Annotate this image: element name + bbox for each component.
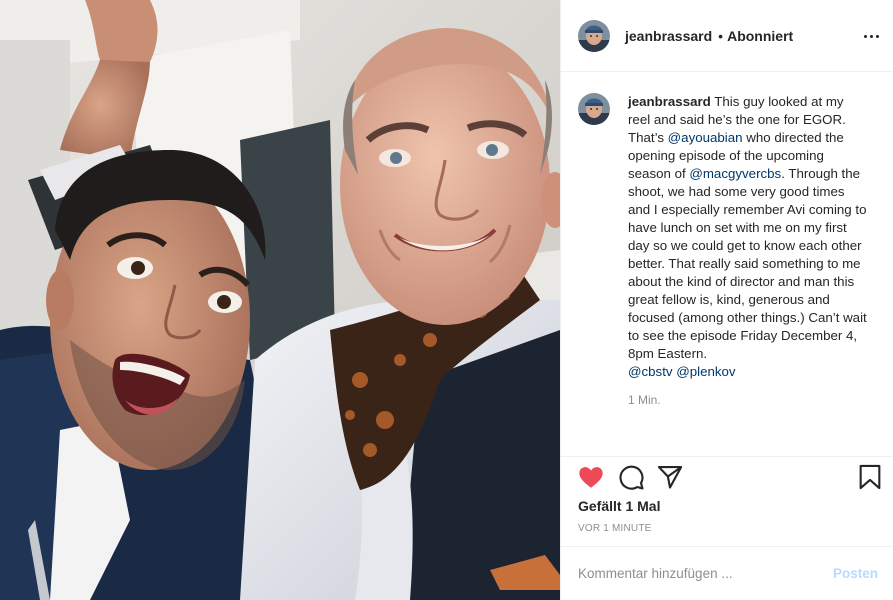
comment-icon[interactable] bbox=[617, 463, 645, 491]
caption: jeanbrassard This guy looked at my reel … bbox=[578, 93, 877, 407]
action-bar bbox=[561, 456, 893, 496]
mention-link[interactable]: @macgyvercbs bbox=[689, 166, 781, 181]
follow-status-button[interactable]: Abonniert bbox=[727, 28, 793, 44]
selfie-photo bbox=[0, 0, 560, 600]
more-horizontal-icon[interactable] bbox=[864, 28, 880, 44]
mention-link[interactable]: @plenkov bbox=[676, 364, 735, 379]
caption-text: jeanbrassard This guy looked at my reel … bbox=[628, 93, 868, 381]
post-timestamp[interactable]: Vor 1 Minute bbox=[578, 523, 652, 534]
caption-text-part: . Through the shoot, we had some very go… bbox=[628, 166, 867, 361]
post-sidebar: jeanbrassard • Abonniert jeanbrassard Th… bbox=[560, 0, 893, 600]
header-separator: • bbox=[718, 27, 724, 44]
mention-link[interactable]: @ayouabian bbox=[668, 130, 743, 145]
comment-input[interactable] bbox=[578, 566, 833, 581]
caption-avatar[interactable] bbox=[578, 93, 610, 125]
caption-username[interactable]: jeanbrassard bbox=[628, 94, 711, 109]
caption-time[interactable]: 1 Min. bbox=[628, 393, 868, 407]
mention-link[interactable]: @cbstv bbox=[628, 364, 673, 379]
post-photo[interactable] bbox=[0, 0, 560, 600]
avatar-image bbox=[578, 19, 610, 52]
comments-section: jeanbrassard This guy looked at my reel … bbox=[561, 73, 893, 455]
post-header: jeanbrassard • Abonniert bbox=[561, 0, 893, 72]
avatar[interactable] bbox=[578, 19, 610, 52]
header-username[interactable]: jeanbrassard bbox=[625, 28, 712, 44]
like-count[interactable]: Gefällt 1 Mal bbox=[578, 498, 660, 514]
avatar-image bbox=[578, 93, 610, 125]
post-comment-button[interactable]: Posten bbox=[833, 566, 878, 581]
heart-filled-icon[interactable] bbox=[577, 463, 605, 491]
share-icon[interactable] bbox=[656, 463, 684, 491]
bookmark-icon[interactable] bbox=[856, 463, 884, 491]
comment-composer: Posten bbox=[561, 546, 893, 600]
